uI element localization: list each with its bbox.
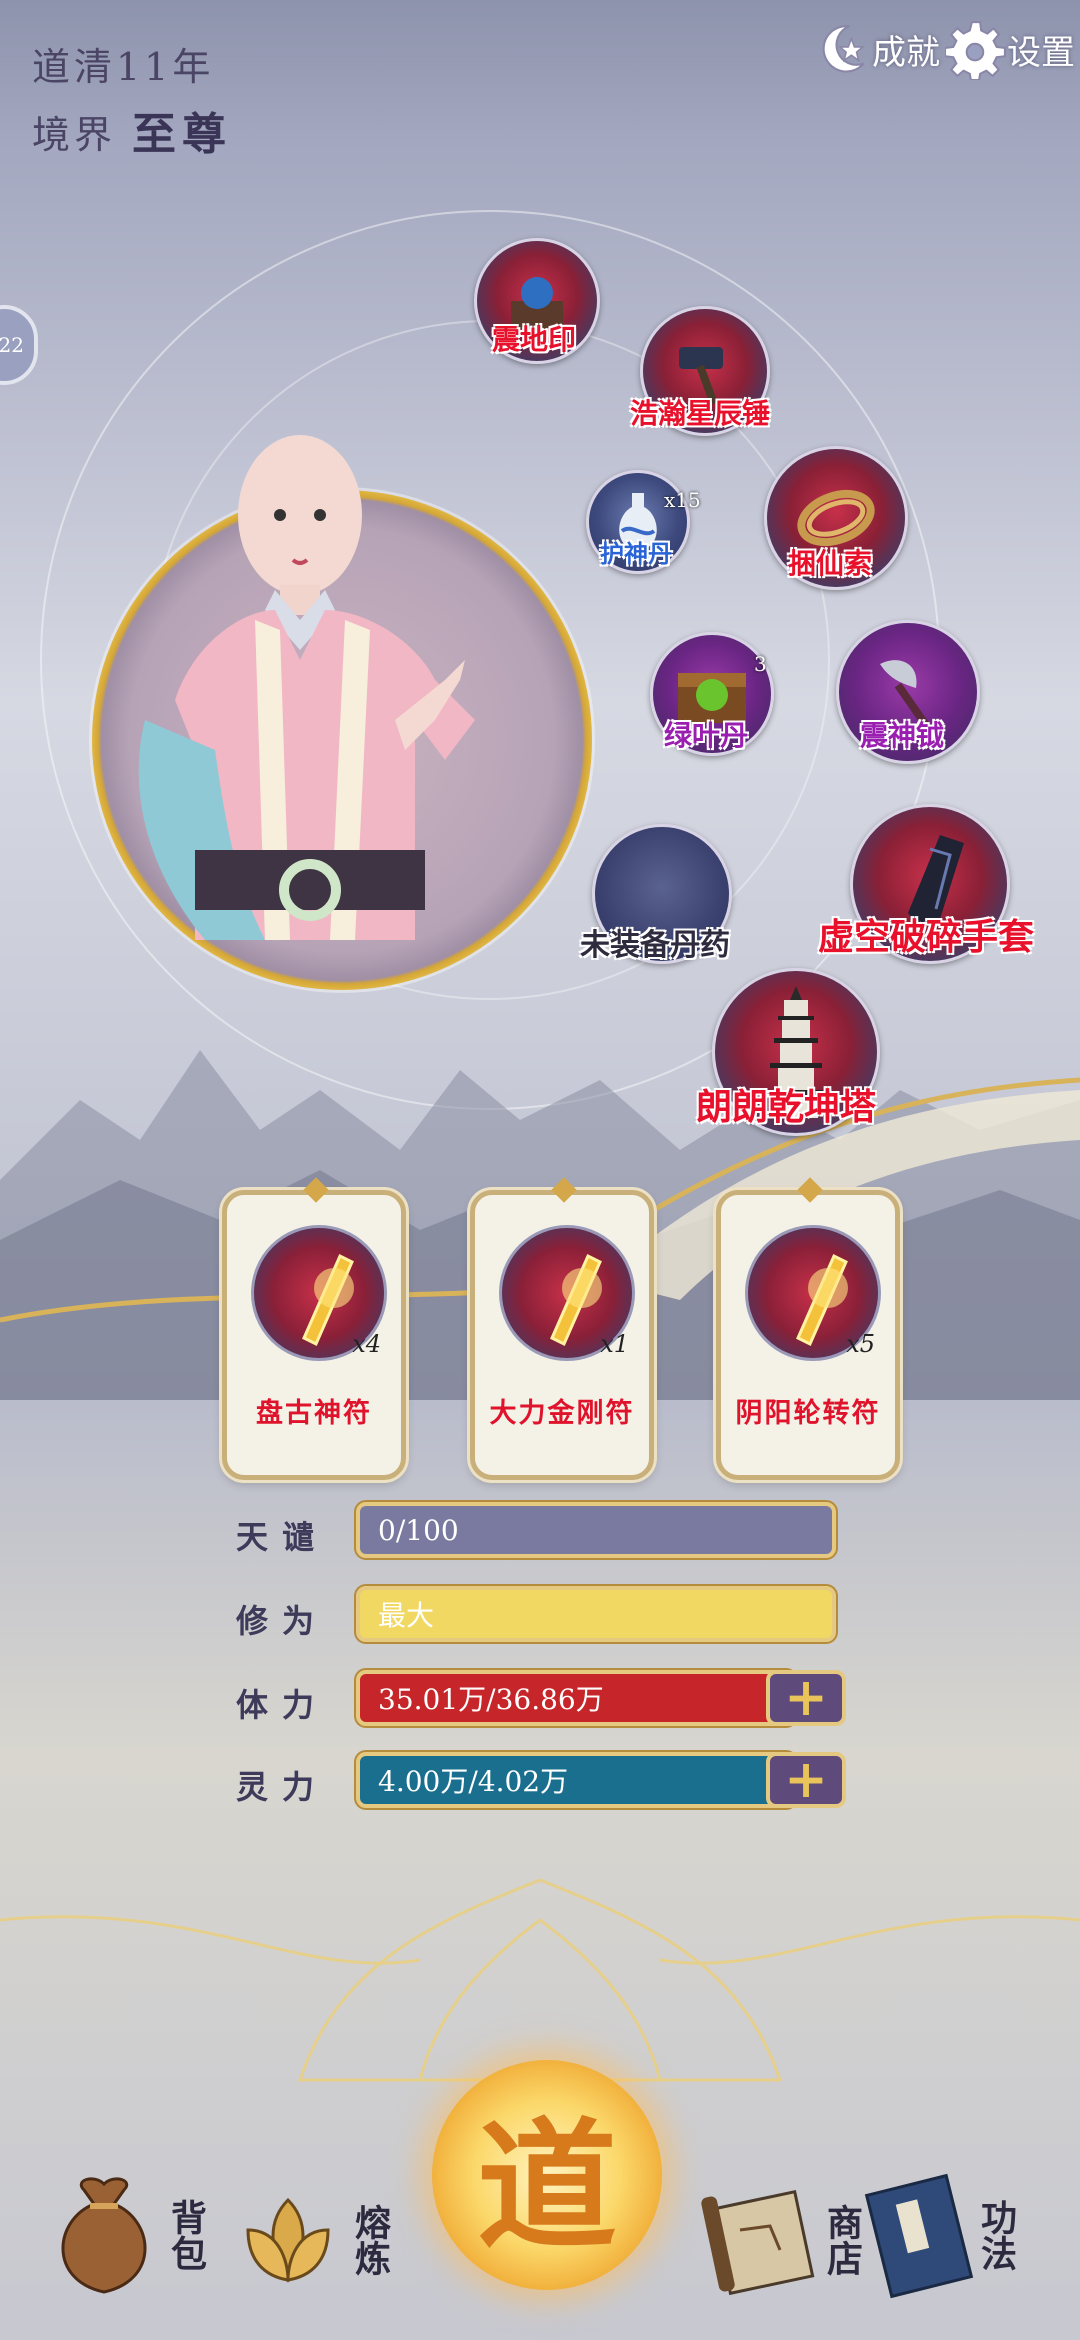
equip-slot-lvyedan[interactable]: 3 绿叶丹 <box>650 632 774 756</box>
xiuwei-bar: 最大 <box>356 1586 836 1642</box>
settings-label: 设置 <box>1007 32 1075 73</box>
plus-icon: + <box>784 1667 828 1728</box>
equip-count-hushendan: x15 <box>664 488 701 512</box>
talisman-name: 盘古神符 <box>256 1398 372 1429</box>
stat-label-tianqian: 天谴 <box>236 1518 329 1556</box>
lotus-decor <box>0 1878 1080 2082</box>
nav-skills-label: 功法 <box>975 2199 1017 2271</box>
lingli-value: 4.00万/4.02万 <box>378 1765 569 1798</box>
equip-slot-zhendiyin[interactable]: 震地印 <box>474 238 600 364</box>
talisman-card-dali[interactable]: x1 大力金刚符 <box>470 1177 654 1480</box>
dao-main-button[interactable]: 道 <box>432 2060 662 2290</box>
talisman-name: 阴阳轮转符 <box>735 1398 881 1429</box>
equip-label-langlang-tower: 朗朗乾坤塔 <box>696 1086 877 1128</box>
talisman-card-pangu[interactable]: x4 盘古神符 <box>222 1177 406 1480</box>
talisman-count: x5 <box>846 1330 875 1358</box>
achievement-button[interactable]: 成就 <box>810 18 940 80</box>
talisman-name: 大力金刚符 <box>489 1398 635 1429</box>
tianqian-value: 0/100 <box>378 1513 459 1547</box>
equip-label-empty-pill: 未装备丹药 <box>580 928 730 963</box>
equip-slot-kunxiansuo[interactable]: 捆仙索 <box>764 446 908 590</box>
nav-bag[interactable]: 背包 <box>44 2170 208 2300</box>
realm-value: 至尊 <box>132 109 232 160</box>
equip-label-zhenshenyue: 震神钺 <box>860 719 945 752</box>
lingli-add-button[interactable]: + <box>766 1752 846 1808</box>
nav-shop-label: 商店 <box>821 2204 863 2276</box>
nav-skills[interactable]: 功法 <box>864 2170 1018 2300</box>
tianqian-bar: 0/100 <box>356 1502 836 1558</box>
talisman-count: x1 <box>600 1330 629 1358</box>
equip-label-kunxiansuo: 捆仙索 <box>788 547 873 580</box>
moon-star-icon <box>822 25 865 73</box>
lingli-bar: 4.00万/4.02万 <box>356 1752 796 1808</box>
equip-slot-haohan-hammer[interactable]: 浩瀚星辰锤 <box>630 306 770 436</box>
equip-label-xukong-gloves: 虚空破碎手套 <box>818 916 1035 958</box>
equip-slot-empty-pill[interactable]: 未装备丹药 <box>580 824 732 964</box>
tili-add-button[interactable]: + <box>766 1670 846 1726</box>
equip-count-lvyedan: 3 <box>754 652 767 676</box>
nav-smelt[interactable]: 熔炼 <box>228 2180 392 2300</box>
plus-icon: + <box>784 1749 828 1810</box>
tili-bar: 35.01万/36.86万 <box>356 1670 796 1726</box>
nav-bag-label: 背包 <box>165 2199 207 2271</box>
character-figure <box>138 435 475 940</box>
equip-label-haohan-hammer: 浩瀚星辰锤 <box>630 397 771 430</box>
side-collapse-tab[interactable]: 22 <box>0 305 38 385</box>
achievement-label: 成就 <box>872 32 940 73</box>
dao-label: 道 <box>476 2105 617 2269</box>
stat-label-lingli: 灵力 <box>236 1768 329 1806</box>
equip-slot-zhenshenyue[interactable]: 震神钺 <box>836 620 980 764</box>
year-label: 道清11年 <box>32 45 215 89</box>
realm-label: 境界 <box>32 113 117 157</box>
talisman-card-yinyang[interactable]: x5 阴阳轮转符 <box>716 1177 900 1480</box>
side-tab-label: 22 <box>0 333 24 357</box>
book-icon <box>864 2173 974 2299</box>
nav-shop[interactable]: 商店 <box>700 2180 864 2300</box>
nav-smelt-label: 熔炼 <box>349 2204 391 2276</box>
equip-slot-xukong-gloves[interactable]: 虚空破碎手套 <box>818 804 1034 964</box>
xiuwei-value: 最大 <box>378 1599 435 1632</box>
stat-label-tili: 体力 <box>236 1686 329 1724</box>
equip-slot-hushendan[interactable]: x15 护神丹 <box>586 470 701 574</box>
equip-label-hushendan: 护神丹 <box>600 539 672 568</box>
equip-label-lvyedan: 绿叶丹 <box>664 719 749 752</box>
scroll-map-icon <box>701 2189 815 2296</box>
gear-icon <box>945 21 1006 80</box>
tili-value: 35.01万/36.86万 <box>378 1683 604 1716</box>
equip-slot-langlang-tower[interactable]: 朗朗乾坤塔 <box>696 968 880 1136</box>
equip-label-zhendiyin: 震地印 <box>492 323 577 356</box>
stat-label-xiuwei: 修为 <box>236 1602 329 1640</box>
talisman-count: x4 <box>352 1330 381 1358</box>
bag-icon <box>61 2177 147 2294</box>
settings-button[interactable]: 设置 <box>945 18 1075 80</box>
lotus-furnace-icon <box>246 2197 330 2283</box>
